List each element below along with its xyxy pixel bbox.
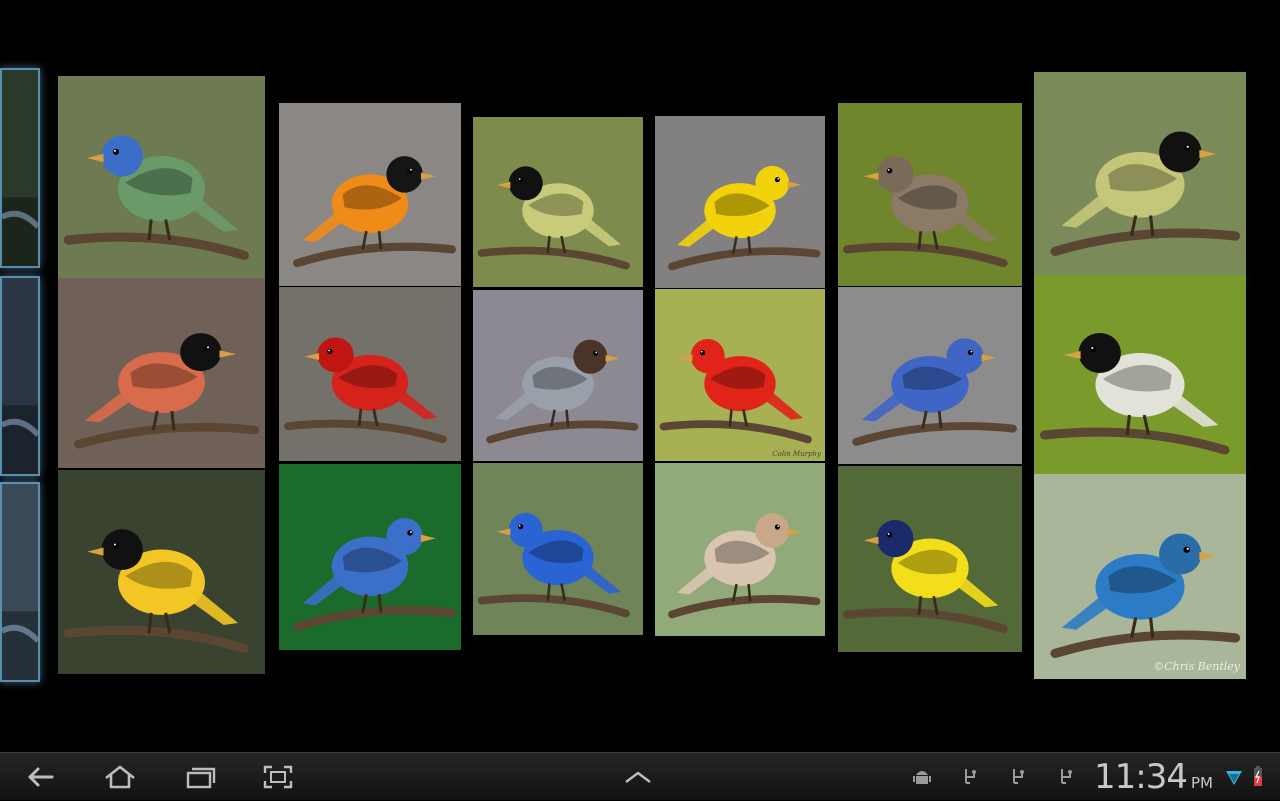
gallery-tile[interactable] (0, 482, 40, 682)
cardinal-icon (279, 287, 461, 461)
bluebird-icon (838, 287, 1022, 464)
gallery-tile[interactable] (279, 103, 461, 286)
gallery-wall[interactable]: Colin Murphy ©Chris Bentley (0, 0, 1280, 752)
bird-icon (2, 278, 38, 474)
gull-icon (473, 290, 643, 461)
gallery-tile[interactable] (0, 276, 40, 476)
menu-up-button[interactable] (606, 753, 670, 801)
goldfinch-icon (58, 470, 265, 674)
mockingbird-icon (838, 103, 1022, 286)
gallery-tile[interactable] (58, 76, 265, 281)
gallery-tile[interactable]: ©Chris Bentley (1034, 474, 1246, 679)
screenshot-icon (263, 765, 293, 789)
oriole-icon (279, 103, 461, 286)
gallery-tile[interactable] (58, 278, 265, 468)
gallery-tile[interactable]: Colin Murphy (655, 289, 825, 461)
gallery-tile[interactable] (473, 290, 643, 461)
android-debug-icon[interactable] (910, 765, 934, 789)
gallery-tile[interactable] (0, 68, 40, 268)
clock-time: 11:34 (1094, 757, 1188, 797)
bullfinch-icon (58, 278, 265, 468)
gallery-tile[interactable] (279, 464, 461, 650)
photo-credit: Colin Murphy (772, 450, 821, 458)
gallery-tile[interactable] (279, 287, 461, 461)
battery-icon[interactable] (1246, 765, 1262, 789)
recent-apps-icon (186, 767, 216, 789)
photo-credit: ©Chris Bentley (1153, 660, 1240, 673)
bird-icon (2, 70, 38, 266)
home-icon (105, 765, 135, 789)
clock-ampm: PM (1190, 774, 1213, 792)
canary-icon (655, 116, 825, 288)
recent-apps-button[interactable] (168, 753, 232, 801)
gallery-tile[interactable] (838, 287, 1022, 464)
chevron-up-icon (625, 771, 651, 783)
usb-icon[interactable] (1006, 765, 1030, 789)
great-tit-icon (473, 117, 643, 287)
kingfisher-icon (1034, 474, 1246, 679)
screenshot-button[interactable] (246, 753, 310, 801)
tanager-yellow-icon (838, 466, 1022, 652)
system-bar: 11:34 PM (0, 752, 1280, 800)
wifi-icon[interactable] (1222, 765, 1242, 789)
gallery-tile[interactable] (838, 103, 1022, 286)
bird-icon (2, 484, 38, 680)
gallery-tile[interactable] (838, 466, 1022, 652)
hummingbird-icon (58, 76, 265, 281)
gallery-tile[interactable] (473, 117, 643, 287)
chickadee-icon (1034, 275, 1246, 475)
usb-icon[interactable] (958, 765, 982, 789)
tanager-icon (655, 289, 825, 461)
gallery-tile[interactable] (1034, 275, 1246, 475)
blue-jay-icon (279, 464, 461, 650)
gallery-tile[interactable] (655, 116, 825, 288)
usb-icon[interactable] (1054, 765, 1078, 789)
home-button[interactable] (88, 753, 152, 801)
clock[interactable]: 11:34 PM (1094, 757, 1213, 797)
gallery-tile[interactable] (1034, 72, 1246, 277)
gallery-tile[interactable] (58, 470, 265, 674)
great-tit-icon (1034, 72, 1246, 277)
back-button[interactable] (8, 753, 72, 801)
female-cardinal-icon (655, 463, 825, 636)
gallery-tile[interactable] (473, 463, 643, 635)
indigo-bunting-icon (473, 463, 643, 635)
back-icon (28, 767, 54, 787)
gallery-tile[interactable] (655, 463, 825, 636)
